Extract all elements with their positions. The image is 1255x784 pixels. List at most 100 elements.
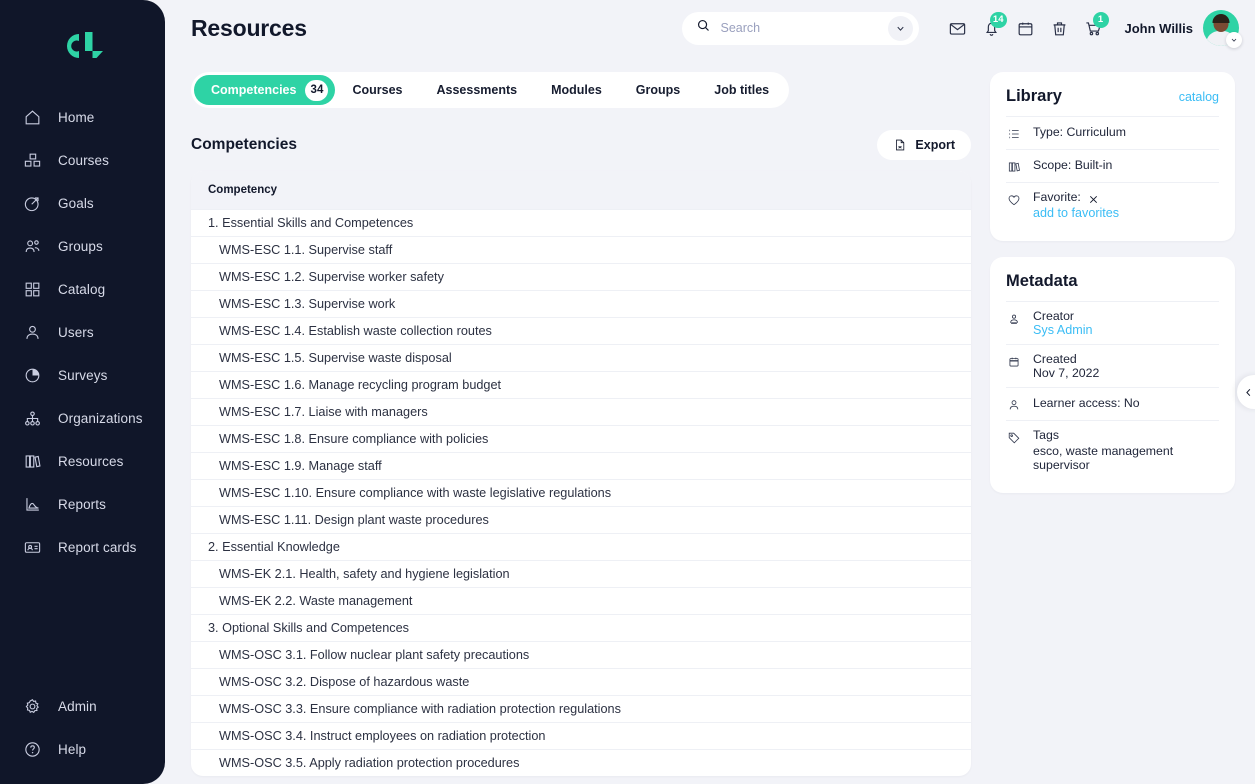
cart-button[interactable]: 1 <box>1077 12 1111 43</box>
tab-groups[interactable]: Groups <box>619 75 697 105</box>
table-row[interactable]: WMS-EK 2.1. Health, safety and hygiene l… <box>191 560 971 587</box>
sidebar-item-catalog[interactable]: Catalog <box>0 268 165 311</box>
competency-label: WMS-OSC 3.5. Apply radiation protection … <box>219 756 520 770</box>
sidebar-item-label: Resources <box>58 454 124 469</box>
sidebar-bottom-nav: Admin Help <box>0 681 165 784</box>
competency-label: WMS-ESC 1.9. Manage staff <box>219 459 382 473</box>
metadata-creator-block: Creator Sys Admin <box>1033 309 1093 337</box>
sidebar-item-label: Catalog <box>58 282 106 297</box>
table-row[interactable]: WMS-ESC 1.3. Supervise work <box>191 290 971 317</box>
table-row-group[interactable]: 3. Optional Skills and Competences <box>191 614 971 641</box>
add-to-favorites-link[interactable]: add to favorites <box>1033 206 1119 220</box>
library-card: Library catalog Type: Curriculum Scope: … <box>990 72 1235 241</box>
sidebar-item-reports[interactable]: Reports <box>0 483 165 526</box>
avatar-hair <box>1212 14 1230 23</box>
sidebar-item-label: Admin <box>58 699 97 714</box>
table-row[interactable]: WMS-ESC 1.8. Ensure compliance with poli… <box>191 425 971 452</box>
tags-value: esco, waste management supervisor <box>1033 444 1174 472</box>
sidebar-item-organizations[interactable]: Organizations <box>0 397 165 440</box>
sidebar-item-resources[interactable]: Resources <box>0 440 165 483</box>
sidebar-item-help[interactable]: Help <box>0 728 165 771</box>
sidebar-item-admin[interactable]: Admin <box>0 685 165 728</box>
competency-label: WMS-EK 2.2. Waste management <box>219 594 413 608</box>
export-label: Export <box>915 138 955 152</box>
table-row[interactable]: WMS-ESC 1.6. Manage recycling program bu… <box>191 371 971 398</box>
competency-label: WMS-ESC 1.6. Manage recycling program bu… <box>219 378 502 392</box>
table-row[interactable]: WMS-ESC 1.4. Establish waste collection … <box>191 317 971 344</box>
sidebar-item-groups[interactable]: Groups <box>0 225 165 268</box>
pie-chart-icon <box>22 366 42 386</box>
top-bar: Resources 14 1 <box>165 0 1255 56</box>
table-body: 1. Essential Skills and Competences WMS-E… <box>191 209 971 776</box>
tab-assessments[interactable]: Assessments <box>419 75 534 105</box>
calendar-button[interactable] <box>1009 13 1043 43</box>
table-row[interactable]: WMS-ESC 1.10. Ensure compliance with was… <box>191 479 971 506</box>
sidebar-item-label: Reports <box>58 497 106 512</box>
competency-label: WMS-OSC 3.4. Instruct employees on radia… <box>219 729 546 743</box>
mail-icon <box>949 22 966 35</box>
library-title: Library <box>1006 87 1062 105</box>
metadata-card-header: Metadata <box>1006 272 1219 291</box>
sidebar-item-users[interactable]: Users <box>0 311 165 354</box>
search-icon <box>696 18 711 38</box>
competency-label: 2. Essential Knowledge <box>208 540 340 554</box>
sidebar-item-label: Home <box>58 110 95 125</box>
table-row[interactable]: WMS-OSC 3.4. Instruct employees on radia… <box>191 722 971 749</box>
sidebar-item-label: Users <box>58 325 94 340</box>
table-row[interactable]: WMS-EK 2.2. Waste management <box>191 587 971 614</box>
cart-badge: 1 <box>1092 12 1109 28</box>
tab-job-titles[interactable]: Job titles <box>697 75 786 105</box>
books-icon <box>22 452 42 472</box>
table-row[interactable]: WMS-OSC 3.5. Apply radiation protection … <box>191 749 971 776</box>
table-row-group[interactable]: 1. Essential Skills and Competences <box>191 209 971 236</box>
section-header: Competencies Export <box>191 130 971 160</box>
table-row[interactable]: WMS-ESC 1.5. Supervise waste disposal <box>191 344 971 371</box>
table-row[interactable]: WMS-ESC 1.11. Design plant waste procedu… <box>191 506 971 533</box>
creator-value-link[interactable]: Sys Admin <box>1033 323 1093 337</box>
tabs-bar: Competencies 34 Courses Assessments Modu… <box>191 72 790 108</box>
table-row[interactable]: WMS-OSC 3.3. Ensure compliance with radi… <box>191 695 971 722</box>
sidebar-item-courses[interactable]: Courses <box>0 139 165 182</box>
export-button[interactable]: Export <box>877 130 971 160</box>
tab-label: Job titles <box>714 83 770 97</box>
user-menu[interactable] <box>1203 10 1242 48</box>
metadata-creator-row: Creator Sys Admin <box>1006 301 1219 344</box>
user-menu-chevron-down-icon[interactable] <box>1226 32 1242 48</box>
table-row-group[interactable]: 2. Essential Knowledge <box>191 533 971 560</box>
sidebar-item-surveys[interactable]: Surveys <box>0 354 165 397</box>
table-row[interactable]: WMS-OSC 3.2. Dispose of hazardous waste <box>191 668 971 695</box>
search-input[interactable] <box>720 21 888 35</box>
sidebar-item-goals[interactable]: Goals <box>0 182 165 225</box>
table-row[interactable]: WMS-OSC 3.1. Follow nuclear plant safety… <box>191 641 971 668</box>
search-dropdown-toggle[interactable] <box>887 15 913 41</box>
tab-competencies[interactable]: Competencies 34 <box>194 75 336 105</box>
tab-label: Assessments <box>436 83 518 97</box>
trash-icon <box>1053 21 1066 35</box>
table-row[interactable]: WMS-ESC 1.7. Liaise with managers <box>191 398 971 425</box>
library-favorite-row: Favorite: add to favorites <box>1006 182 1219 227</box>
trash-button[interactable] <box>1043 13 1077 43</box>
tab-courses[interactable]: Courses <box>335 75 419 105</box>
table-row[interactable]: WMS-ESC 1.9. Manage staff <box>191 452 971 479</box>
competency-label: WMS-ESC 1.1. Supervise staff <box>219 243 393 257</box>
table-row[interactable]: WMS-ESC 1.2. Supervise worker safety <box>191 263 971 290</box>
competency-label: WMS-ESC 1.10. Ensure compliance with was… <box>219 486 612 500</box>
people-icon <box>22 237 42 257</box>
sidebar-item-report-cards[interactable]: Report cards <box>0 526 165 569</box>
library-type: Type: Curriculum <box>1033 125 1126 139</box>
heart-icon <box>1006 191 1022 208</box>
catalog-link[interactable]: catalog <box>1179 90 1219 104</box>
search-bar[interactable] <box>681 11 919 45</box>
tab-count-badge: 34 <box>305 79 329 101</box>
table-row[interactable]: WMS-ESC 1.1. Supervise staff <box>191 236 971 263</box>
tab-modules[interactable]: Modules <box>534 75 619 105</box>
mail-icon-button[interactable] <box>941 13 975 43</box>
sidebar-item-home[interactable]: Home <box>0 96 165 139</box>
competency-label: WMS-ESC 1.4. Establish waste collection … <box>219 324 492 338</box>
metadata-tags-row: Tags esco, waste management supervisor <box>1006 420 1219 479</box>
close-icon[interactable] <box>1088 192 1099 203</box>
user-name: John Willis <box>1124 20 1194 36</box>
logo[interactable] <box>0 0 165 92</box>
notifications-button[interactable]: 14 <box>975 12 1009 43</box>
tags-label: Tags <box>1033 428 1059 442</box>
